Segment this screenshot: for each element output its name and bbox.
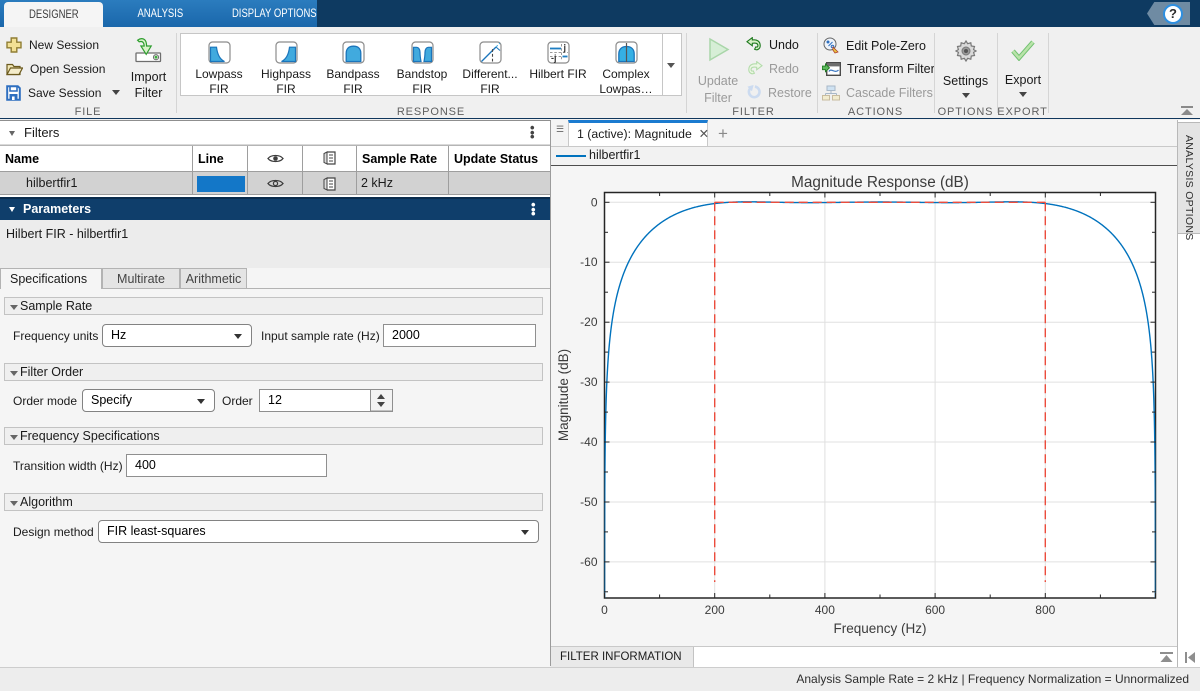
svg-text:Magnitude (dB): Magnitude (dB) xyxy=(556,349,571,441)
svg-text:-j: -j xyxy=(551,53,557,63)
svg-text:Magnitude Response (dB): Magnitude Response (dB) xyxy=(791,174,969,191)
svg-text:400: 400 xyxy=(815,603,835,617)
svg-text:800: 800 xyxy=(1035,603,1055,617)
svg-text:-20: -20 xyxy=(580,315,598,329)
svg-text:j: j xyxy=(562,43,566,53)
svg-text:0: 0 xyxy=(591,195,598,209)
svg-text:200: 200 xyxy=(705,603,725,617)
svg-text:-60: -60 xyxy=(580,555,598,569)
svg-text:Frequency (Hz): Frequency (Hz) xyxy=(833,621,926,636)
svg-text:-30: -30 xyxy=(580,375,598,389)
svg-text:600: 600 xyxy=(925,603,945,617)
svg-text:-10: -10 xyxy=(580,255,598,269)
svg-text:0: 0 xyxy=(601,603,608,617)
svg-text:-40: -40 xyxy=(580,435,598,449)
svg-text:-50: -50 xyxy=(580,495,598,509)
